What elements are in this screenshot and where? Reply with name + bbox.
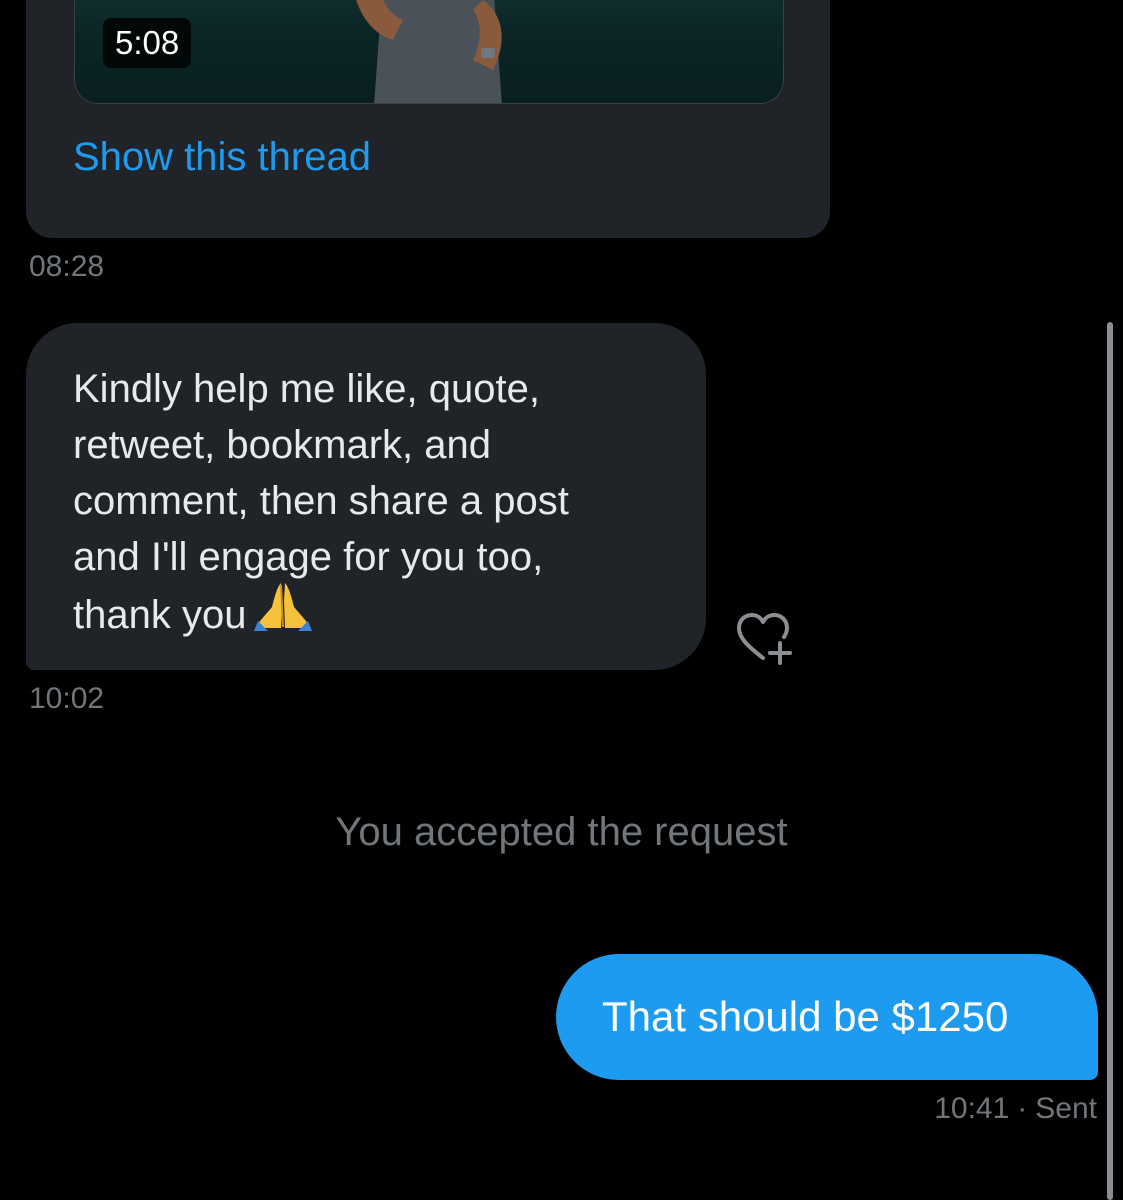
message-line-last: thank you <box>73 583 666 650</box>
delivery-status: Sent <box>1035 1092 1097 1125</box>
video-person-figure <box>356 0 502 103</box>
add-reaction-button[interactable] <box>733 610 797 666</box>
dm-conversation: 5:08 Show this thread 08:28 Kindly help … <box>0 0 1123 1200</box>
sent-message-bubble[interactable]: That should be $1250 <box>556 954 1098 1080</box>
message-line: Kindly help me like, quote, <box>73 367 540 411</box>
sent-status: 10:41 · Sent <box>934 1092 1097 1126</box>
message-line: and I'll engage for you too, <box>73 535 544 579</box>
video-thumbnail[interactable]: 5:08 <box>74 0 784 104</box>
folded-hands-emoji <box>254 581 313 646</box>
scrollbar[interactable] <box>1107 322 1113 1200</box>
show-thread-link[interactable]: Show this thread <box>73 134 371 180</box>
message-line: retweet, bookmark, and <box>73 423 491 467</box>
message-line: thank you <box>73 593 247 638</box>
heart-plus-icon <box>737 613 792 665</box>
video-duration-badge: 5:08 <box>103 18 192 68</box>
request-accepted-notice: You accepted the request <box>335 810 788 854</box>
received-message-bubble[interactable]: Kindly help me like, quote, retweet, boo… <box>26 323 706 670</box>
message-line: comment, then share a post <box>73 479 569 523</box>
separator-dot: · <box>1017 1092 1028 1125</box>
message-timestamp: 10:41 <box>934 1092 1010 1125</box>
message-timestamp: 10:02 <box>29 682 105 715</box>
message-timestamp: 08:28 <box>29 250 105 283</box>
shared-post-card[interactable]: 5:08 Show this thread <box>26 0 830 238</box>
